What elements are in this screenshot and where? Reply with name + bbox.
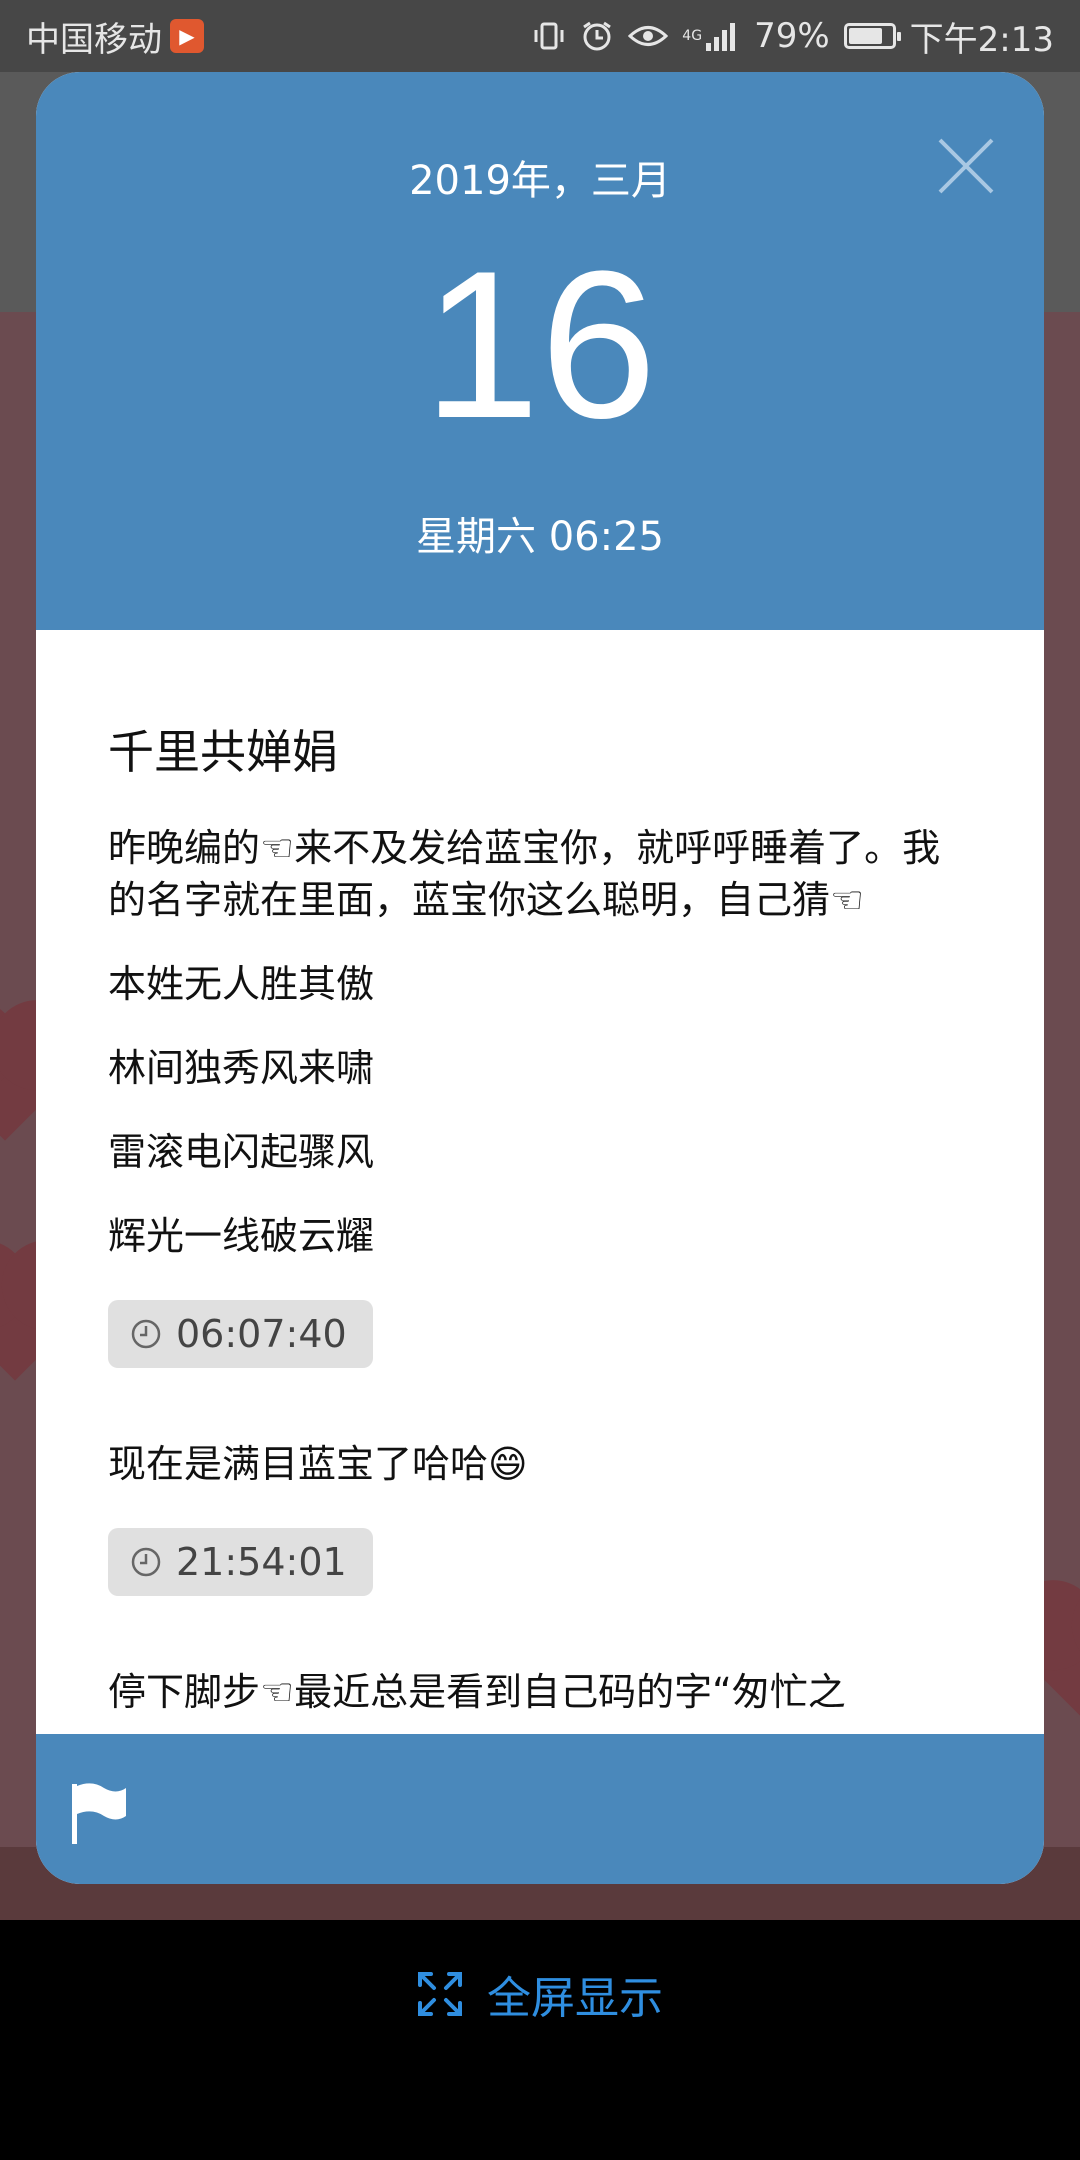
clock-icon xyxy=(130,1318,162,1350)
close-icon xyxy=(938,138,994,194)
diary-card: 2019年，三月 16 星期六 06:25 千里共婵娟 昨晚编的☜来不及发给蓝宝… xyxy=(36,72,1044,1884)
signal-icon: 4G xyxy=(682,21,740,51)
status-bar: 中国移动 ▶ 4G 79% 下午2:13 xyxy=(0,0,1080,72)
entry-timestamp: 21:54:01 xyxy=(108,1528,373,1596)
entry-paragraph: 昨晚编的☜来不及发给蓝宝你，就呼呼睡着了。我的名字就在里面，蓝宝你这么聪明，自己… xyxy=(108,826,941,922)
battery-icon xyxy=(843,23,901,49)
entry-paragraph: 现在是满目蓝宝了哈哈😄 xyxy=(108,1442,528,1486)
eye-comfort-icon xyxy=(628,21,669,51)
entry-paragraph: 林间独秀风来啸 xyxy=(108,1046,375,1090)
battery-percent: 79% xyxy=(754,16,830,56)
fullscreen-icon xyxy=(418,1972,462,2016)
diary-entry: 停下脚步☜最近总是看到自己码的字“匆忙之 xyxy=(108,1666,972,1718)
flag-icon xyxy=(72,1783,126,1844)
bottom-bar: 全屏显示 xyxy=(0,1920,1080,2160)
timestamp-text: 06:07:40 xyxy=(176,1312,347,1356)
network-type: 4G xyxy=(682,28,703,44)
clock-time: 下午2:13 xyxy=(909,19,1054,60)
alarm-icon xyxy=(580,19,614,53)
close-button[interactable] xyxy=(936,136,996,196)
clock-icon xyxy=(130,1546,162,1578)
diary-entry: 现在是满目蓝宝了哈哈😄 21:54:01 xyxy=(108,1438,972,1666)
entry-paragraph: 雷滚电闪起骤风 xyxy=(108,1130,375,1174)
weekday-time-label: 星期六 06:25 xyxy=(416,514,664,560)
day-number: 16 xyxy=(423,227,657,462)
entry-paragraph: 辉光一线破云耀 xyxy=(108,1214,375,1258)
entry-paragraph: 本姓无人胜其傲 xyxy=(108,962,375,1006)
diary-entry: 千里共婵娟 昨晚编的☜来不及发给蓝宝你，就呼呼睡着了。我的名字就在里面，蓝宝你这… xyxy=(108,716,972,1438)
date-header: 2019年，三月 16 星期六 06:25 xyxy=(36,72,1044,630)
fullscreen-button[interactable]: 全屏显示 xyxy=(0,1962,1080,2026)
flag-button[interactable] xyxy=(70,1782,128,1846)
vibrate-icon xyxy=(532,19,566,53)
diary-content[interactable]: 千里共婵娟 昨晚编的☜来不及发给蓝宝你，就呼呼睡着了。我的名字就在里面，蓝宝你这… xyxy=(36,630,1044,1734)
fullscreen-label: 全屏显示 xyxy=(487,1973,663,2024)
carrier-name: 中国移动 xyxy=(26,19,162,60)
card-footer xyxy=(36,1734,1044,1884)
entry-title: 千里共婵娟 xyxy=(108,725,338,779)
year-month-label: 2019年，三月 xyxy=(409,158,671,204)
timestamp-text: 21:54:01 xyxy=(176,1540,347,1584)
entry-timestamp: 06:07:40 xyxy=(108,1300,373,1368)
video-app-icon: ▶ xyxy=(170,19,204,53)
entry-paragraph: 停下脚步☜最近总是看到自己码的字“匆忙之 xyxy=(108,1670,846,1714)
